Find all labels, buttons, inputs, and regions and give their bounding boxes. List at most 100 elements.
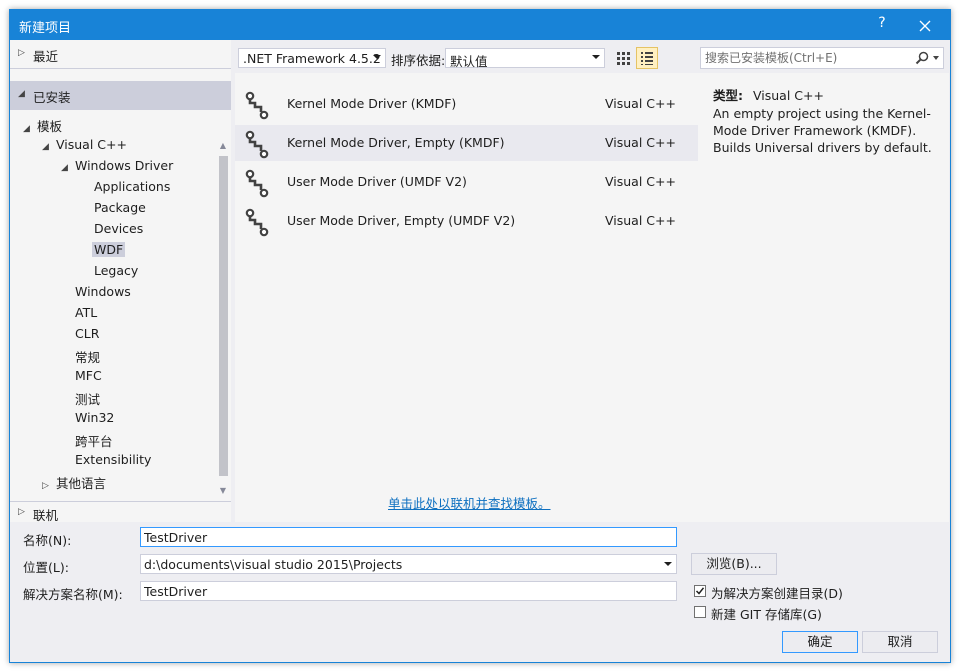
nav-online-label: 联机 bbox=[33, 508, 59, 523]
chevron-down-icon bbox=[373, 55, 381, 59]
template-name: Kernel Mode Driver, Empty (KMDF) bbox=[287, 135, 505, 150]
tree-item-general[interactable]: 常规 bbox=[73, 347, 102, 365]
browse-button[interactable]: 浏览(B)... bbox=[691, 553, 777, 575]
sort-value: 默认值 bbox=[450, 54, 488, 69]
tree-item-legacy[interactable]: Legacy bbox=[92, 263, 140, 281]
close-button[interactable] bbox=[915, 16, 935, 36]
git-repo-label: 新建 GIT 存储库(G) bbox=[711, 607, 822, 622]
location-label: 位置(L): bbox=[23, 560, 69, 575]
tree-scrollbar[interactable]: ▲ ▼ bbox=[216, 138, 230, 500]
tree-item-win32[interactable]: Win32 bbox=[73, 410, 116, 428]
name-label: 名称(N): bbox=[23, 533, 72, 548]
collapse-down-icon: ◢ bbox=[42, 142, 49, 152]
git-repo-checkbox[interactable] bbox=[694, 606, 706, 618]
solution-name-field bbox=[140, 581, 677, 601]
template-row-umdf[interactable]: User Mode Driver (UMDF V2) Visual C++ bbox=[235, 164, 698, 200]
template-row-kmdf-empty[interactable]: Kernel Mode Driver, Empty (KMDF) Visual … bbox=[235, 125, 698, 161]
tree-item-package[interactable]: Package bbox=[92, 200, 148, 218]
solution-name-input[interactable] bbox=[141, 582, 677, 600]
template-name: Kernel Mode Driver (KMDF) bbox=[287, 96, 457, 111]
nav-installed-label: 已安装 bbox=[33, 90, 71, 105]
template-language: Visual C++ bbox=[605, 96, 676, 111]
name-field bbox=[140, 527, 677, 547]
template-name: User Mode Driver, Empty (UMDF V2) bbox=[287, 213, 516, 228]
tree-item-test[interactable]: 测试 bbox=[73, 389, 102, 407]
template-language: Visual C++ bbox=[605, 213, 676, 228]
help-button[interactable]: ? bbox=[875, 15, 889, 31]
title-bar: 新建项目 ? bbox=[10, 10, 950, 40]
category-panel: ▷ 最近 ◢ 已安装 ◢ 模板 ◢ Visual C++ ◢ Windows Driv… bbox=[10, 40, 231, 523]
solution-name-label: 解决方案名称(M): bbox=[23, 587, 123, 602]
grid-view-button[interactable] bbox=[612, 47, 634, 69]
template-row-kmdf[interactable]: Kernel Mode Driver (KMDF) Visual C++ bbox=[235, 86, 698, 122]
chevron-down-icon bbox=[664, 562, 672, 566]
driver-template-icon bbox=[245, 208, 269, 237]
tree-item-cross-platform[interactable]: 跨平台 bbox=[73, 431, 115, 449]
collapse-down-icon: ◢ bbox=[23, 124, 30, 134]
scrollbar-thumb[interactable] bbox=[219, 156, 228, 476]
create-dir-label: 为解决方案创建目录(D) bbox=[711, 586, 843, 601]
tree-item-templates[interactable]: ◢ 模板 bbox=[23, 116, 64, 134]
expand-right-icon: ▷ bbox=[18, 507, 25, 517]
sort-label: 排序依据: bbox=[391, 53, 446, 68]
template-name: User Mode Driver (UMDF V2) bbox=[287, 174, 467, 189]
window-title: 新建项目 bbox=[19, 21, 72, 36]
template-row-umdf-empty[interactable]: User Mode Driver, Empty (UMDF V2) Visual… bbox=[235, 203, 698, 239]
expand-right-icon: ▷ bbox=[42, 481, 49, 491]
tree-item-devices[interactable]: Devices bbox=[92, 221, 145, 239]
driver-template-icon bbox=[245, 169, 269, 198]
framework-value: .NET Framework 4.5.2 bbox=[243, 51, 381, 66]
close-icon bbox=[919, 20, 931, 32]
search-icon[interactable] bbox=[915, 51, 929, 65]
template-toolbar: .NET Framework 4.5.2 排序依据: 默认值 bbox=[235, 46, 700, 72]
grid-view-icon bbox=[617, 52, 630, 65]
tree-item-windows[interactable]: Windows bbox=[73, 284, 133, 302]
template-tree: ◢ 模板 ◢ Visual C++ ◢ Windows Driver Applicat… bbox=[10, 112, 215, 498]
template-language: Visual C++ bbox=[605, 135, 676, 150]
new-project-dialog: 新建项目 ? ▷ 最近 ◢ 已安装 ◢ 模板 ◢ Visual C++ ◢ Wi… bbox=[9, 9, 951, 663]
tree-item-windows-driver[interactable]: ◢ Windows Driver bbox=[61, 158, 175, 176]
nav-online[interactable]: ▷ 联机 bbox=[10, 501, 231, 523]
name-input[interactable] bbox=[141, 528, 677, 546]
tree-item-visual-cpp[interactable]: ◢ Visual C++ bbox=[42, 137, 129, 155]
collapse-down-icon: ◢ bbox=[61, 163, 68, 173]
online-templates-link[interactable]: 单击此处以联机并查找模板。 bbox=[388, 493, 551, 512]
check-mark-icon bbox=[695, 587, 705, 595]
list-view-button[interactable] bbox=[636, 47, 658, 69]
nav-installed[interactable]: ◢ 已安装 bbox=[10, 81, 231, 110]
driver-template-icon bbox=[245, 91, 269, 120]
tree-item-applications[interactable]: Applications bbox=[92, 179, 172, 197]
list-view-icon bbox=[641, 52, 653, 65]
detail-type-label: 类型: bbox=[713, 88, 743, 103]
search-input[interactable] bbox=[701, 48, 914, 68]
scroll-up-icon[interactable]: ▲ bbox=[218, 141, 228, 150]
create-dir-checkbox[interactable] bbox=[694, 585, 706, 597]
template-language: Visual C++ bbox=[605, 174, 676, 189]
tree-item-wdf[interactable]: WDF bbox=[92, 242, 126, 260]
ok-button[interactable]: 确定 bbox=[782, 631, 858, 653]
collapse-down-icon: ◢ bbox=[18, 89, 25, 99]
sort-select[interactable]: 默认值 bbox=[445, 48, 605, 69]
chevron-down-icon bbox=[592, 55, 600, 59]
location-select[interactable]: d:\documents\visual studio 2015\Projects bbox=[140, 554, 677, 574]
detail-type: 类型: Visual C++ bbox=[713, 85, 824, 104]
detail-type-value: Visual C++ bbox=[753, 88, 824, 103]
tree-item-other-languages[interactable]: ▷ 其他语言 bbox=[42, 473, 108, 491]
template-list: Kernel Mode Driver (KMDF) Visual C++ Ker… bbox=[235, 73, 700, 522]
tree-item-clr[interactable]: CLR bbox=[73, 326, 101, 344]
template-details: 类型: Visual C++ An empty project using the… bbox=[700, 73, 949, 522]
tree-item-atl[interactable]: ATL bbox=[73, 305, 99, 323]
tree-item-extensibility[interactable]: Extensibility bbox=[73, 452, 153, 470]
cancel-button[interactable]: 取消 bbox=[862, 631, 938, 653]
tree-item-mfc[interactable]: MFC bbox=[73, 368, 104, 386]
search-box bbox=[700, 47, 944, 69]
driver-template-icon bbox=[245, 130, 269, 159]
nav-recent-label: 最近 bbox=[33, 49, 59, 64]
framework-select[interactable]: .NET Framework 4.5.2 bbox=[238, 48, 386, 68]
detail-description: An empty project using the Kernel-Mode D… bbox=[713, 106, 932, 155]
location-value: d:\documents\visual studio 2015\Projects bbox=[144, 557, 403, 572]
nav-recent[interactable]: ▷ 最近 bbox=[10, 40, 231, 69]
expand-right-icon: ▷ bbox=[18, 48, 25, 58]
chevron-down-icon[interactable] bbox=[933, 56, 939, 60]
scroll-down-icon[interactable]: ▼ bbox=[218, 486, 228, 495]
